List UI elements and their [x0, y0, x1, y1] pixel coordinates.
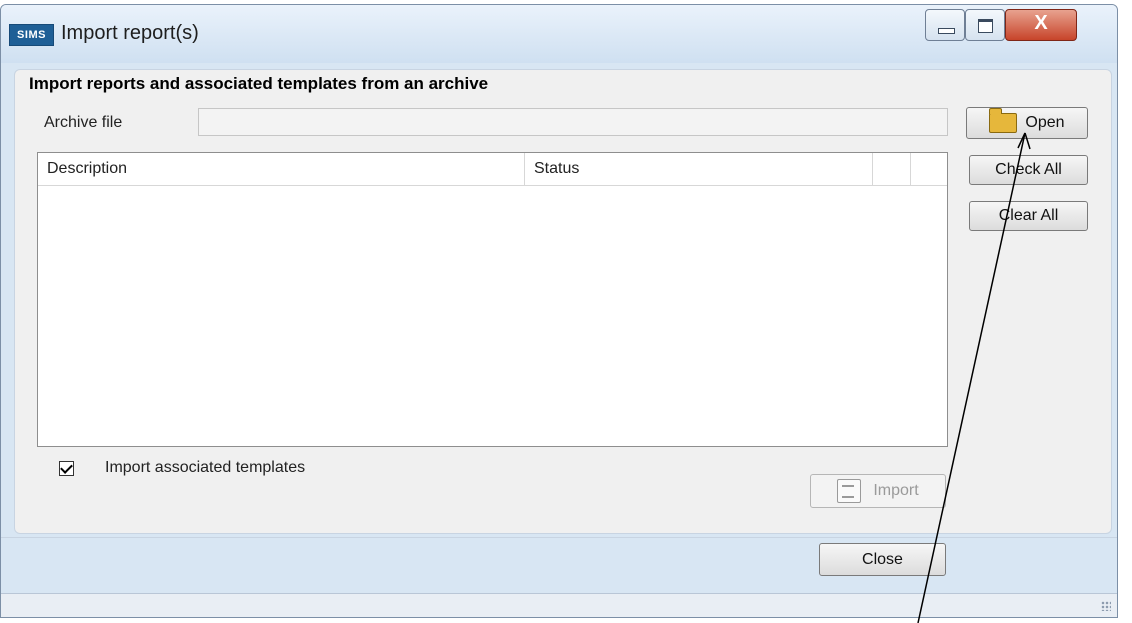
- status-bar: [1, 593, 1117, 617]
- panel-heading: Import reports and associated templates …: [29, 74, 489, 93]
- minimize-button[interactable]: [925, 9, 965, 41]
- column-divider: [872, 153, 873, 186]
- clear-all-button[interactable]: Clear All: [969, 201, 1088, 231]
- import-icon: [837, 479, 862, 503]
- check-all-button[interactable]: Check All: [969, 155, 1088, 185]
- maximize-button[interactable]: [965, 9, 1005, 41]
- folder-open-icon: [989, 108, 1018, 133]
- column-header-status[interactable]: Status: [534, 160, 579, 178]
- sims-app-icon: SIMS: [9, 24, 54, 46]
- resize-grip-icon[interactable]: [1101, 601, 1111, 611]
- close-window-button[interactable]: X: [1005, 9, 1077, 41]
- column-header-description[interactable]: Description: [47, 160, 127, 178]
- close-button-label: Close: [862, 550, 903, 568]
- clear-all-label: Clear All: [998, 207, 1059, 224]
- check-all-label: Check All: [995, 161, 1062, 178]
- title-bar[interactable]: SIMS Import report(s) X: [1, 5, 1117, 63]
- column-divider: [910, 153, 911, 186]
- column-divider: [524, 153, 525, 186]
- import-button[interactable]: Import: [810, 474, 946, 508]
- reports-table[interactable]: Description Status: [37, 152, 948, 447]
- close-button[interactable]: Close: [819, 543, 946, 576]
- footer-divider: [1, 537, 1117, 538]
- import-button-label: Import: [873, 482, 919, 499]
- close-icon: X: [1034, 12, 1048, 34]
- window-title: Import report(s): [61, 22, 199, 44]
- import-templates-label[interactable]: Import associated templates: [105, 459, 305, 477]
- table-header: Description Status: [38, 153, 947, 186]
- archive-file-label: Archive file: [44, 114, 123, 131]
- open-button-label: Open: [1025, 114, 1065, 131]
- open-button[interactable]: Open: [966, 107, 1088, 139]
- archive-file-input[interactable]: [198, 108, 948, 136]
- import-templates-checkbox[interactable]: [59, 461, 74, 476]
